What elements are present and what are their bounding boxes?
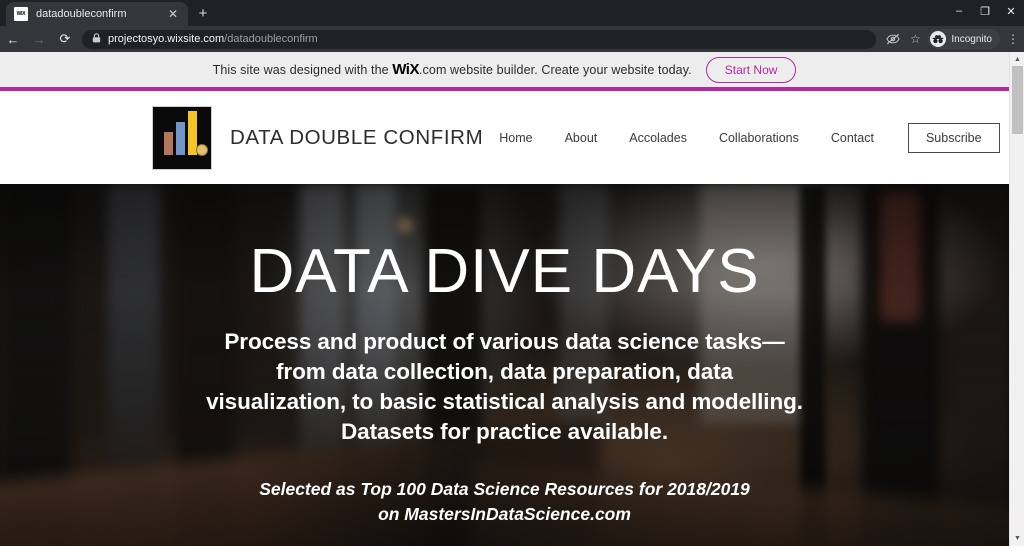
reload-icon[interactable]: ⟳ xyxy=(52,26,78,52)
wix-banner-text-after: .com website builder. Create your websit… xyxy=(418,63,692,77)
scroll-down-arrow-icon[interactable]: ▼ xyxy=(1010,531,1024,546)
wix-banner-text-before: This site was designed with the xyxy=(212,63,389,77)
scroll-up-arrow-icon[interactable]: ▲ xyxy=(1010,52,1024,67)
nav-item-contact[interactable]: Contact xyxy=(831,131,874,145)
hero-accolade-line-2: on MastersInDataScience.com xyxy=(378,504,631,525)
close-window-button[interactable]: ✕ xyxy=(998,0,1024,22)
wix-promo-banner: This site was designed with the WiX.com … xyxy=(0,52,1009,91)
hero-title: DATA DIVE DAYS xyxy=(249,237,760,306)
hero-accolade-note: Selected as Top 100 Data Science Resourc… xyxy=(0,477,1009,528)
scrollbar-thumb[interactable] xyxy=(1012,66,1023,134)
back-icon[interactable]: ← xyxy=(0,26,26,52)
logo-bar-1 xyxy=(164,131,173,155)
nav-item-collaborations[interactable]: Collaborations xyxy=(719,131,799,145)
browser-tab[interactable]: WIX datadoubleconfirm ✕ xyxy=(6,2,188,26)
third-party-cookies-blocked-icon[interactable] xyxy=(882,28,904,50)
new-tab-button[interactable]: + xyxy=(193,4,213,24)
start-now-button[interactable]: Start Now xyxy=(705,56,797,83)
wix-favicon-icon: WIX xyxy=(14,7,28,21)
incognito-label: Incognito xyxy=(951,33,992,45)
nav-item-about[interactable]: About xyxy=(565,131,598,145)
window-controls: – ❐ ✕ xyxy=(946,0,1024,22)
tab-close-icon[interactable]: ✕ xyxy=(166,8,180,20)
maximize-button[interactable]: ❐ xyxy=(972,0,998,22)
logo-pie-icon xyxy=(196,143,208,156)
nav-item-accolades[interactable]: Accolades xyxy=(629,131,687,145)
incognito-spy-icon xyxy=(930,31,947,47)
tab-title: datadoubleconfirm xyxy=(36,8,127,20)
site-logo-icon xyxy=(152,105,212,170)
brand-name: DATA DOUBLE CONFIRM xyxy=(230,125,484,149)
address-bar[interactable]: projectosyo.wixsite.com/datadoubleconfir… xyxy=(82,29,877,49)
bookmark-star-icon[interactable]: ☆ xyxy=(904,28,926,50)
site-header: DATA DOUBLE CONFIRM Home About Accolades… xyxy=(0,91,1009,184)
minimize-button[interactable]: – xyxy=(946,0,972,22)
lock-icon xyxy=(90,33,102,45)
page-scrollbar[interactable]: ▲ ▼ xyxy=(1009,52,1024,546)
wix-wordmark: WiX xyxy=(392,61,419,78)
tab-strip: WIX datadoubleconfirm ✕ + – ❐ ✕ xyxy=(0,0,1024,26)
hero-accolade-line-1: Selected as Top 100 Data Science Resourc… xyxy=(259,478,750,499)
url-path: /datadoubleconfirm xyxy=(224,33,318,45)
browser-toolbar: ← → ⟳ projectosyo.wixsite.com/datadouble… xyxy=(0,26,1024,52)
site-navigation: Home About Accolades Collaborations Cont… xyxy=(483,122,1000,153)
subscribe-button[interactable]: Subscribe xyxy=(907,122,1000,153)
nav-item-home[interactable]: Home xyxy=(499,131,532,145)
hero-content: DATA DIVE DAYS Process and product of va… xyxy=(0,184,1009,527)
brand-block[interactable]: DATA DOUBLE CONFIRM xyxy=(152,105,484,170)
hero-section: DATA DIVE DAYS Process and product of va… xyxy=(0,184,1009,546)
url-text: projectosyo.wixsite.com/datadoubleconfir… xyxy=(108,33,318,45)
browser-menu-icon[interactable]: ⋮ xyxy=(1002,28,1024,50)
incognito-indicator[interactable]: Incognito xyxy=(928,29,1000,49)
logo-bar-2 xyxy=(176,121,185,155)
page-viewport: This site was designed with the WiX.com … xyxy=(0,52,1024,546)
forward-icon[interactable]: → xyxy=(26,26,52,52)
hero-description: Process and product of various data scie… xyxy=(206,329,803,444)
browser-window: WIX datadoubleconfirm ✕ + – ❐ ✕ ← → ⟳ pr… xyxy=(0,0,1024,546)
wix-banner-text: This site was designed with the WiX.com … xyxy=(213,61,692,78)
url-host: projectosyo.wixsite.com xyxy=(108,33,225,45)
